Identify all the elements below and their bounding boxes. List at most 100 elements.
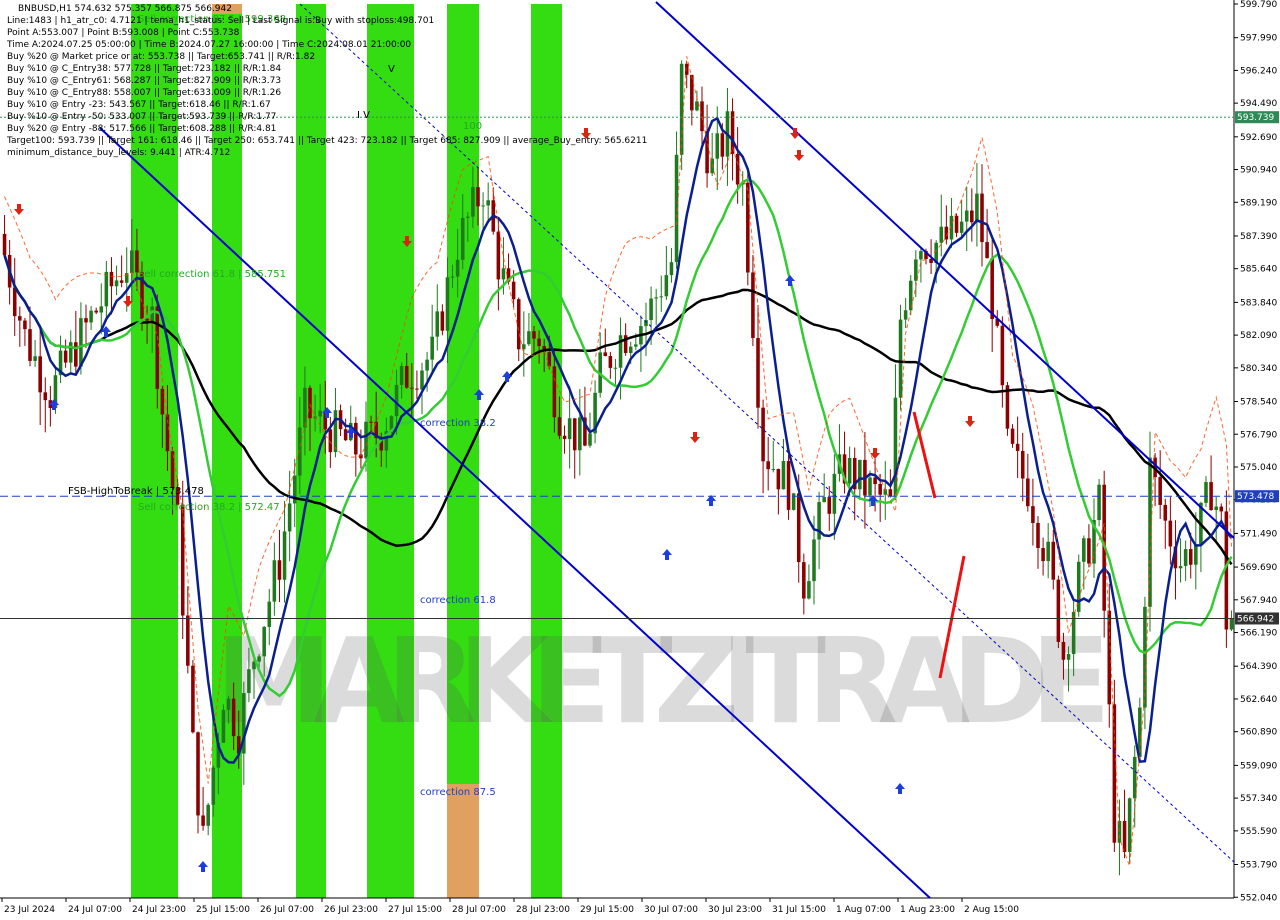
candle-body	[1107, 610, 1112, 705]
candle-body	[282, 531, 287, 580]
candle-body	[369, 421, 373, 423]
candle-body	[1020, 450, 1025, 479]
candle-body	[12, 287, 17, 317]
candle-body	[695, 101, 699, 111]
candle-body	[68, 342, 73, 363]
candle-body	[63, 350, 68, 363]
price-tick-label: 559.090	[1240, 761, 1277, 771]
indicator-info-line: Buy %10 @ Entry -23: 543.567 || Target:6…	[7, 100, 271, 110]
candle-body	[94, 310, 98, 313]
candle-body	[1087, 538, 1091, 564]
candle-body	[516, 299, 521, 350]
candle-body	[399, 365, 404, 385]
candle-body	[471, 187, 475, 217]
candle-body	[1122, 820, 1127, 852]
price-tick-label: 585.640	[1240, 265, 1277, 275]
time-tick-label: 28 Jul 07:00	[452, 905, 506, 915]
candle-body	[287, 503, 292, 532]
candle-body	[466, 216, 470, 218]
watermark-text: MARKETZITRADE	[215, 612, 1105, 750]
indicator-info-line: Point A:553.007 | Point B:593.008 | Poin…	[7, 28, 240, 38]
indicator-info-line: Buy %20 @ Entry -88: 517.566 || Target:6…	[7, 124, 277, 134]
candle-body	[109, 271, 114, 287]
candle-body	[873, 477, 877, 485]
candle-body	[511, 281, 516, 300]
candle-body	[1061, 641, 1066, 660]
price-tick-label: 567.940	[1240, 596, 1277, 606]
candle-body	[211, 767, 216, 805]
candle-body	[898, 319, 903, 398]
candle-body	[1015, 443, 1020, 451]
candle-body	[802, 562, 806, 599]
indicator-info-line: Line:1483 | h1_atr_c0: 4.7121 | tema_h1_…	[7, 16, 435, 26]
candle-body	[486, 200, 490, 206]
candle-body	[868, 477, 872, 496]
candle-body	[196, 732, 200, 816]
candle-body	[812, 539, 816, 582]
time-tick-label: 29 Jul 15:00	[580, 905, 634, 915]
price-tick-label: 557.340	[1240, 794, 1277, 804]
candle-body	[1204, 482, 1208, 503]
time-tick-label: 25 Jul 15:00	[196, 905, 250, 915]
candle-body	[425, 359, 429, 371]
candle-body	[761, 407, 765, 462]
candle-body	[262, 626, 266, 657]
candle-body	[1051, 541, 1056, 580]
candle-body	[858, 459, 862, 490]
time-tick-label: 27 Jul 15:00	[388, 905, 442, 915]
chart-annotation: 100	[463, 121, 482, 132]
candle-body	[547, 352, 552, 367]
price-tick-label: 564.390	[1240, 662, 1277, 672]
indicator-info-line: Buy %10 @ C_Entry88: 558.007 || Target:6…	[7, 88, 282, 98]
price-tick-label: 582.090	[1240, 331, 1277, 341]
indicator-info-line: Buy %10 @ C_Entry61: 568.287 || Target:8…	[7, 76, 282, 86]
indicator-info-line: Buy %20 @ Market price or at: 553.738 ||…	[7, 52, 316, 62]
candle-body	[450, 276, 455, 278]
candle-body	[343, 429, 348, 441]
chart-annotation: I V	[357, 110, 370, 121]
candle-body	[481, 205, 485, 207]
candle-body	[715, 133, 720, 159]
candle-body	[766, 461, 770, 470]
candle-body	[476, 187, 480, 207]
candle-body	[1168, 520, 1173, 547]
candle-body	[567, 418, 572, 440]
candle-body	[1194, 544, 1198, 565]
price-tick-label: 553.790	[1240, 861, 1277, 871]
candle-body	[84, 318, 88, 323]
candle-body	[1214, 506, 1218, 511]
candle-body	[1188, 549, 1193, 565]
candle-body	[572, 418, 577, 451]
candle-body	[104, 271, 109, 307]
candle-body	[1163, 504, 1168, 521]
price-tick-label: 578.540	[1240, 398, 1277, 408]
candle-body	[735, 153, 740, 185]
candle-body	[654, 297, 658, 299]
price-tick-label: 571.490	[1240, 529, 1277, 539]
price-tick-label: 569.690	[1240, 563, 1277, 573]
candle-body	[1143, 606, 1147, 708]
candle-body	[1066, 654, 1071, 660]
candle-body	[959, 221, 964, 233]
candle-body	[1127, 798, 1132, 852]
candle-body	[603, 352, 608, 357]
candle-body	[501, 268, 506, 280]
candle-body	[435, 311, 440, 337]
candle-body	[364, 421, 368, 459]
time-tick-label: 26 Jul 23:00	[324, 905, 378, 915]
candle-body	[537, 338, 541, 347]
price-tick-label: 576.790	[1240, 430, 1277, 440]
candle-body	[1036, 522, 1040, 549]
candle-body	[308, 387, 312, 419]
time-tick-label: 24 Jul 23:00	[132, 905, 186, 915]
candle-body	[1178, 565, 1183, 569]
time-tick-label: 24 Jul 07:00	[68, 905, 122, 915]
price-tick-label: 566.190	[1240, 629, 1277, 639]
candle-body	[822, 497, 826, 503]
candle-body	[847, 457, 852, 484]
candle-body	[751, 272, 755, 339]
session-band-marker	[447, 784, 479, 898]
candle-body	[460, 217, 465, 260]
candle-body	[130, 250, 134, 274]
candle-body	[588, 433, 592, 446]
